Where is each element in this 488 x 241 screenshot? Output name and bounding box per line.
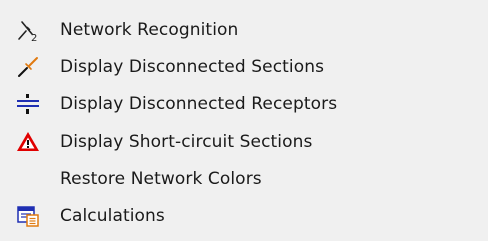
menu-item-label: Restore Network Colors [60, 169, 262, 189]
menu-item-network-recognition[interactable]: 2 Network Recognition [10, 12, 450, 48]
disconnected-sections-icon [16, 55, 40, 79]
menu-item-label: Display Disconnected Sections [60, 57, 325, 77]
network-recognition-icon: 2 [16, 18, 40, 42]
svg-text:2: 2 [31, 33, 37, 42]
menu-item-display-disconnected-sections[interactable]: Display Disconnected Sections [10, 49, 450, 85]
disconnected-receptors-icon [16, 92, 40, 116]
menu-item-label: Calculations [60, 206, 165, 226]
menu-item-label: Display Disconnected Receptors [60, 94, 338, 114]
menu-item-calculations[interactable]: Calculations [10, 198, 450, 234]
menu-item-label: Network Recognition [60, 20, 239, 40]
calculations-icon [16, 204, 40, 228]
context-menu: 2 Network Recognition Display Disconnect… [0, 0, 488, 241]
warning-triangle-icon [16, 130, 40, 154]
menu-item-restore-network-colors[interactable]: Restore Network Colors [10, 161, 450, 197]
menu-item-label: Display Short-circuit Sections [60, 132, 313, 152]
menu-item-display-disconnected-receptors[interactable]: Display Disconnected Receptors [10, 86, 450, 122]
menu-item-display-short-circuit-sections[interactable]: Display Short-circuit Sections [10, 124, 450, 160]
empty-icon-slot [16, 167, 40, 191]
